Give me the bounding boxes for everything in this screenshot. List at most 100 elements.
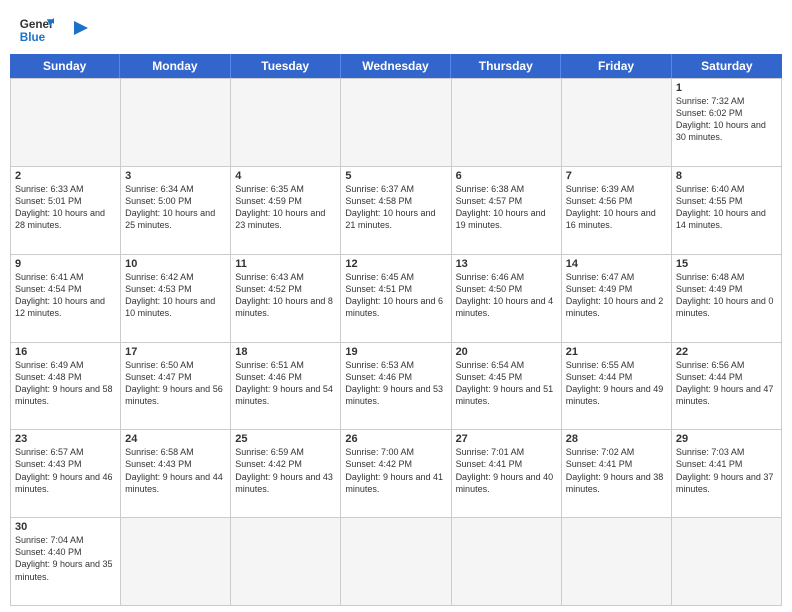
calendar-cell [341,518,451,606]
day-info: Sunrise: 6:40 AM Sunset: 4:55 PM Dayligh… [676,183,777,232]
calendar-cell: 13Sunrise: 6:46 AM Sunset: 4:50 PM Dayli… [452,255,562,343]
day-info: Sunrise: 6:47 AM Sunset: 4:49 PM Dayligh… [566,271,667,320]
day-number: 11 [235,258,336,270]
day-number: 7 [566,170,667,182]
calendar-cell: 28Sunrise: 7:02 AM Sunset: 4:41 PM Dayli… [562,430,672,518]
logo-icon: General Blue [18,12,54,48]
day-info: Sunrise: 6:51 AM Sunset: 4:46 PM Dayligh… [235,359,336,408]
day-number: 24 [125,433,226,445]
svg-text:Blue: Blue [20,31,46,44]
day-number: 16 [15,346,116,358]
calendar-body: 1Sunrise: 7:32 AM Sunset: 6:02 PM Daylig… [10,78,782,606]
day-number: 5 [345,170,446,182]
calendar-cell: 22Sunrise: 6:56 AM Sunset: 4:44 PM Dayli… [672,343,782,431]
calendar-cell: 27Sunrise: 7:01 AM Sunset: 4:41 PM Dayli… [452,430,562,518]
day-info: Sunrise: 6:50 AM Sunset: 4:47 PM Dayligh… [125,359,226,408]
calendar-cell: 21Sunrise: 6:55 AM Sunset: 4:44 PM Dayli… [562,343,672,431]
day-info: Sunrise: 6:43 AM Sunset: 4:52 PM Dayligh… [235,271,336,320]
header: General Blue [0,0,792,54]
header-day-saturday: Saturday [672,54,782,78]
day-info: Sunrise: 6:55 AM Sunset: 4:44 PM Dayligh… [566,359,667,408]
calendar-cell: 26Sunrise: 7:00 AM Sunset: 4:42 PM Dayli… [341,430,451,518]
day-info: Sunrise: 6:41 AM Sunset: 4:54 PM Dayligh… [15,271,116,320]
calendar-cell [452,518,562,606]
calendar-cell: 11Sunrise: 6:43 AM Sunset: 4:52 PM Dayli… [231,255,341,343]
day-number: 17 [125,346,226,358]
calendar-cell: 2Sunrise: 6:33 AM Sunset: 5:01 PM Daylig… [11,167,121,255]
calendar-cell: 24Sunrise: 6:58 AM Sunset: 4:43 PM Dayli… [121,430,231,518]
calendar-row-2: 9Sunrise: 6:41 AM Sunset: 4:54 PM Daylig… [11,255,782,343]
day-info: Sunrise: 6:49 AM Sunset: 4:48 PM Dayligh… [15,359,116,408]
calendar-row-5: 30Sunrise: 7:04 AM Sunset: 4:40 PM Dayli… [11,518,782,606]
day-info: Sunrise: 7:03 AM Sunset: 4:41 PM Dayligh… [676,446,777,495]
day-info: Sunrise: 6:48 AM Sunset: 4:49 PM Dayligh… [676,271,777,320]
calendar-cell [672,518,782,606]
calendar-cell [562,79,672,167]
day-info: Sunrise: 7:04 AM Sunset: 4:40 PM Dayligh… [15,534,116,583]
day-info: Sunrise: 6:35 AM Sunset: 4:59 PM Dayligh… [235,183,336,232]
header-day-tuesday: Tuesday [231,54,341,78]
calendar-row-0: 1Sunrise: 7:32 AM Sunset: 6:02 PM Daylig… [11,79,782,167]
calendar-cell: 4Sunrise: 6:35 AM Sunset: 4:59 PM Daylig… [231,167,341,255]
calendar-cell [341,79,451,167]
logo: General Blue [18,12,90,48]
day-info: Sunrise: 7:00 AM Sunset: 4:42 PM Dayligh… [345,446,446,495]
day-number: 29 [676,433,777,445]
header-day-monday: Monday [120,54,230,78]
calendar-cell: 6Sunrise: 6:38 AM Sunset: 4:57 PM Daylig… [452,167,562,255]
day-number: 14 [566,258,667,270]
calendar-cell: 14Sunrise: 6:47 AM Sunset: 4:49 PM Dayli… [562,255,672,343]
day-info: Sunrise: 6:59 AM Sunset: 4:42 PM Dayligh… [235,446,336,495]
header-day-friday: Friday [561,54,671,78]
calendar-cell: 10Sunrise: 6:42 AM Sunset: 4:53 PM Dayli… [121,255,231,343]
calendar-cell: 25Sunrise: 6:59 AM Sunset: 4:42 PM Dayli… [231,430,341,518]
day-number: 12 [345,258,446,270]
calendar-cell: 30Sunrise: 7:04 AM Sunset: 4:40 PM Dayli… [11,518,121,606]
day-info: Sunrise: 7:01 AM Sunset: 4:41 PM Dayligh… [456,446,557,495]
day-number: 8 [676,170,777,182]
calendar-cell: 7Sunrise: 6:39 AM Sunset: 4:56 PM Daylig… [562,167,672,255]
calendar-cell: 15Sunrise: 6:48 AM Sunset: 4:49 PM Dayli… [672,255,782,343]
day-info: Sunrise: 6:37 AM Sunset: 4:58 PM Dayligh… [345,183,446,232]
day-info: Sunrise: 6:39 AM Sunset: 4:56 PM Dayligh… [566,183,667,232]
calendar-cell: 29Sunrise: 7:03 AM Sunset: 4:41 PM Dayli… [672,430,782,518]
calendar-cell [121,518,231,606]
day-number: 27 [456,433,557,445]
day-info: Sunrise: 6:45 AM Sunset: 4:51 PM Dayligh… [345,271,446,320]
day-info: Sunrise: 6:54 AM Sunset: 4:45 PM Dayligh… [456,359,557,408]
day-number: 3 [125,170,226,182]
day-number: 23 [15,433,116,445]
header-day-thursday: Thursday [451,54,561,78]
day-info: Sunrise: 6:56 AM Sunset: 4:44 PM Dayligh… [676,359,777,408]
day-number: 19 [345,346,446,358]
header-day-wednesday: Wednesday [341,54,451,78]
day-info: Sunrise: 6:58 AM Sunset: 4:43 PM Dayligh… [125,446,226,495]
day-info: Sunrise: 6:53 AM Sunset: 4:46 PM Dayligh… [345,359,446,408]
calendar-row-4: 23Sunrise: 6:57 AM Sunset: 4:43 PM Dayli… [11,430,782,518]
calendar-cell: 20Sunrise: 6:54 AM Sunset: 4:45 PM Dayli… [452,343,562,431]
day-info: Sunrise: 6:57 AM Sunset: 4:43 PM Dayligh… [15,446,116,495]
calendar-cell: 9Sunrise: 6:41 AM Sunset: 4:54 PM Daylig… [11,255,121,343]
calendar-header: SundayMondayTuesdayWednesdayThursdayFrid… [10,54,782,78]
calendar-cell: 18Sunrise: 6:51 AM Sunset: 4:46 PM Dayli… [231,343,341,431]
day-info: Sunrise: 6:34 AM Sunset: 5:00 PM Dayligh… [125,183,226,232]
calendar-cell [121,79,231,167]
day-info: Sunrise: 6:46 AM Sunset: 4:50 PM Dayligh… [456,271,557,320]
day-info: Sunrise: 7:32 AM Sunset: 6:02 PM Dayligh… [676,95,777,144]
calendar-cell [562,518,672,606]
page: General Blue SundayMondayTuesdayWednesda… [0,0,792,612]
day-number: 9 [15,258,116,270]
day-number: 15 [676,258,777,270]
calendar-cell: 5Sunrise: 6:37 AM Sunset: 4:58 PM Daylig… [341,167,451,255]
calendar-cell: 19Sunrise: 6:53 AM Sunset: 4:46 PM Dayli… [341,343,451,431]
day-info: Sunrise: 6:42 AM Sunset: 4:53 PM Dayligh… [125,271,226,320]
calendar-cell [11,79,121,167]
calendar-row-3: 16Sunrise: 6:49 AM Sunset: 4:48 PM Dayli… [11,343,782,431]
day-number: 28 [566,433,667,445]
day-number: 1 [676,82,777,94]
calendar: SundayMondayTuesdayWednesdayThursdayFrid… [10,54,782,606]
calendar-row-1: 2Sunrise: 6:33 AM Sunset: 5:01 PM Daylig… [11,167,782,255]
day-number: 4 [235,170,336,182]
calendar-cell [231,79,341,167]
day-number: 13 [456,258,557,270]
